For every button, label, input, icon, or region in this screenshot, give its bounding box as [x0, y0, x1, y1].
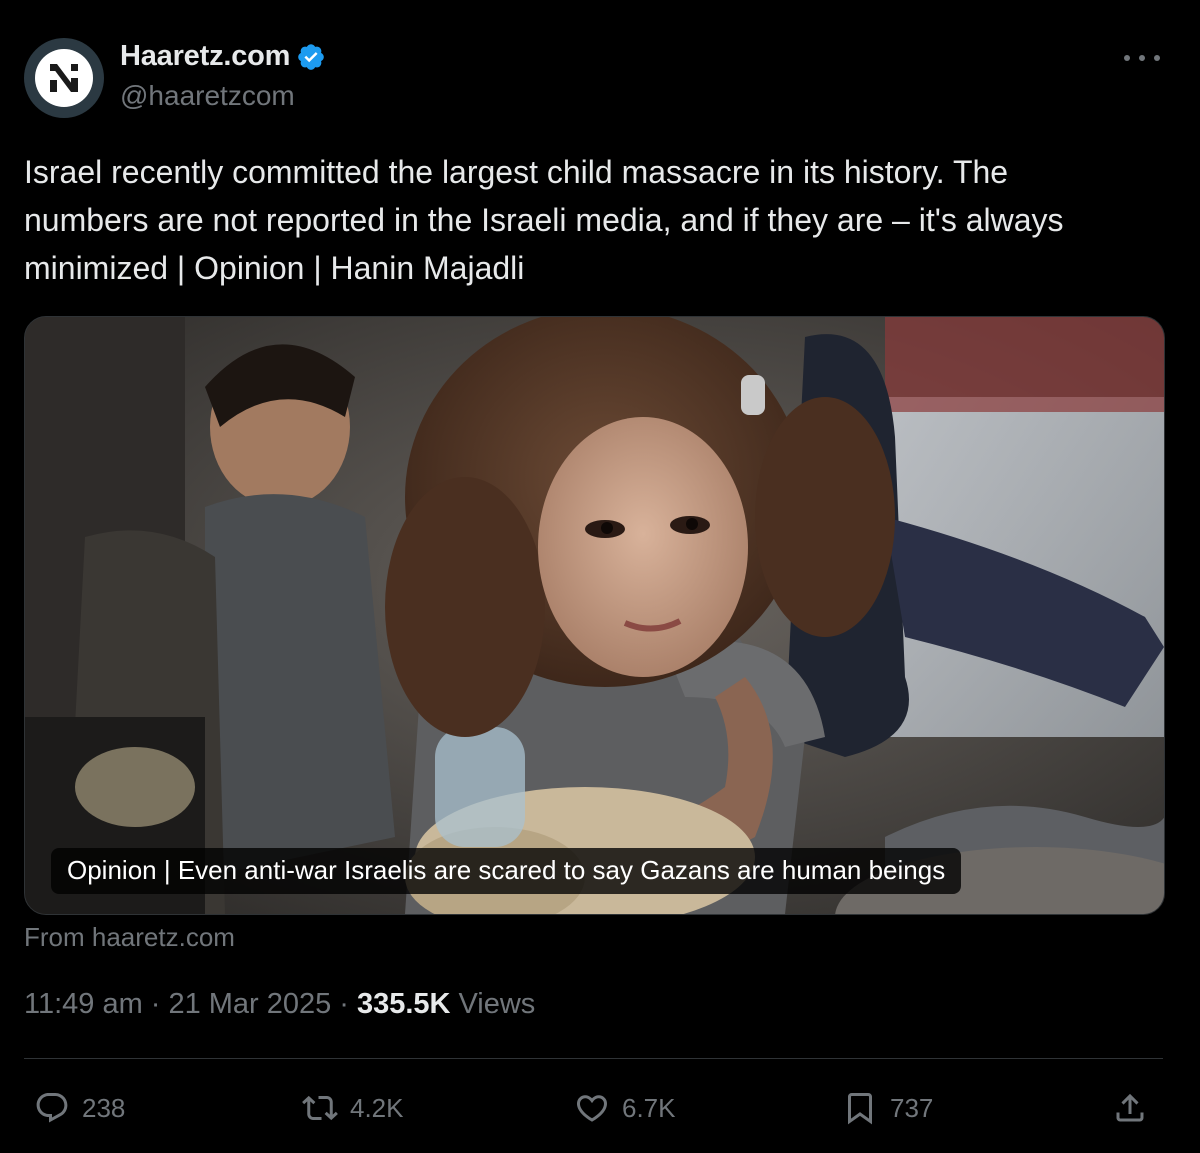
link-card[interactable]: Opinion | Even anti-war Israelis are sca… — [24, 316, 1165, 915]
repost-button[interactable]: 4.2K — [302, 1086, 404, 1130]
separator-dot: · — [339, 988, 349, 1020]
like-button[interactable]: 6.7K — [574, 1086, 676, 1130]
reply-icon — [36, 1093, 68, 1123]
tweet-time[interactable]: 11:49 am — [24, 988, 143, 1021]
separator-dot: · — [150, 988, 161, 1020]
card-source[interactable]: From haaretz.com — [24, 922, 235, 953]
tweet-text: Israel recently committed the largest ch… — [24, 154, 1064, 286]
repost-icon — [302, 1095, 338, 1121]
reply-button[interactable]: 238 — [34, 1086, 125, 1130]
bookmark-button[interactable]: 737 — [842, 1086, 933, 1130]
views-label: Views — [458, 988, 536, 1020]
divider — [24, 1058, 1163, 1059]
haaretz-logo — [35, 49, 93, 107]
tweet-meta: 11:49 am · 21 Mar 2025 · 335.5K Views — [24, 988, 535, 1021]
share-icon — [1116, 1093, 1144, 1122]
reply-count: 238 — [82, 1092, 126, 1123]
like-count: 6.7K — [622, 1092, 676, 1123]
author-handle[interactable]: @haaretzcom — [120, 80, 295, 112]
haaretz-logo-icon — [50, 64, 78, 92]
repost-count: 4.2K — [350, 1092, 404, 1123]
bookmark-count: 737 — [890, 1092, 934, 1123]
views-count: 335.5K — [356, 988, 451, 1020]
tweet[interactable]: Haaretz.com @haaretzcom Israel recently … — [0, 0, 1200, 1153]
verified-badge-icon[interactable] — [296, 42, 326, 72]
tweet-date[interactable]: 21 Mar 2025 — [168, 988, 331, 1021]
card-caption: Opinion | Even anti-war Israelis are sca… — [51, 848, 962, 894]
author-name-row: Haaretz.com — [120, 40, 326, 73]
display-name[interactable]: Haaretz.com — [120, 40, 290, 73]
avatar[interactable] — [24, 38, 104, 118]
share-button[interactable] — [1112, 1086, 1148, 1130]
heart-icon — [576, 1095, 608, 1122]
article-photo — [25, 317, 1164, 914]
bookmark-icon — [848, 1093, 872, 1125]
more-options-icon[interactable] — [1124, 48, 1160, 68]
